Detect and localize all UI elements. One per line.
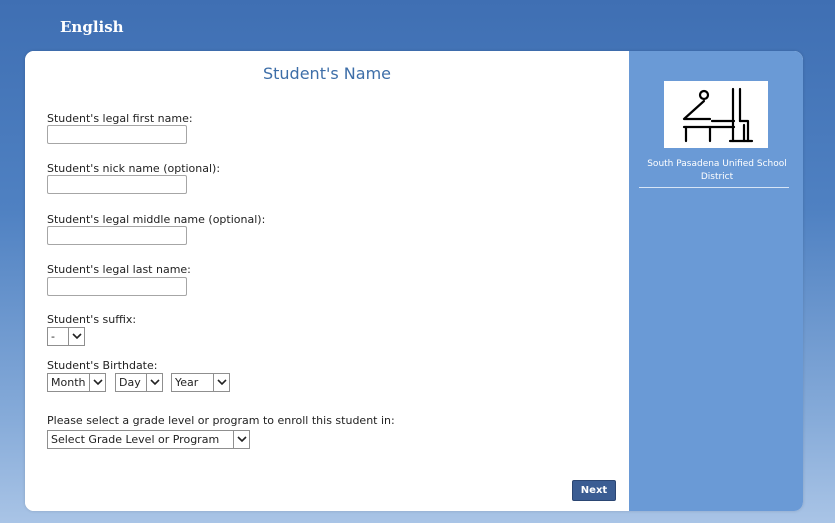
form-panel: Student's Name Student's legal first nam… <box>25 51 629 511</box>
next-button[interactable]: Next <box>572 480 616 501</box>
sidebar-divider <box>639 187 789 188</box>
language-link[interactable]: English <box>60 18 124 36</box>
first-name-input[interactable] <box>47 125 187 144</box>
chevron-down-icon <box>68 328 84 345</box>
chevron-down-icon <box>233 431 249 448</box>
district-logo <box>664 81 768 148</box>
suffix-select[interactable]: - <box>47 327 85 346</box>
birth-month-value: Month <box>51 376 86 389</box>
chevron-down-icon <box>213 374 229 391</box>
birth-year-value: Year <box>175 376 199 389</box>
birth-day-select[interactable]: Day <box>115 373 163 392</box>
suffix-value: - <box>51 330 55 343</box>
birthdate-label: Student's Birthdate: <box>47 359 158 372</box>
birth-year-select[interactable]: Year <box>171 373 230 392</box>
grade-select[interactable]: Select Grade Level or Program <box>47 430 250 449</box>
birth-day-value: Day <box>119 376 141 389</box>
birth-month-select[interactable]: Month <box>47 373 106 392</box>
chevron-down-icon <box>89 374 105 391</box>
district-sidebar: South Pasadena Unified School District <box>629 51 803 511</box>
suffix-label: Student's suffix: <box>47 313 137 326</box>
chevron-down-icon <box>146 374 162 391</box>
last-name-input[interactable] <box>47 277 187 296</box>
grade-label: Please select a grade level or program t… <box>47 414 395 427</box>
middle-name-label: Student's legal middle name (optional): <box>47 213 266 226</box>
student-at-desk-icon <box>682 87 754 143</box>
page-title: Student's Name <box>262 64 391 83</box>
middle-name-input[interactable] <box>47 226 187 245</box>
first-name-label: Student's legal first name: <box>47 112 193 125</box>
nick-name-label: Student's nick name (optional): <box>47 162 221 175</box>
last-name-label: Student's legal last name: <box>47 263 191 276</box>
nick-name-input[interactable] <box>47 175 187 194</box>
grade-value: Select Grade Level or Program <box>51 433 220 446</box>
enrollment-card: Student's Name Student's legal first nam… <box>25 51 803 511</box>
district-name: South Pasadena Unified School District <box>647 159 787 182</box>
